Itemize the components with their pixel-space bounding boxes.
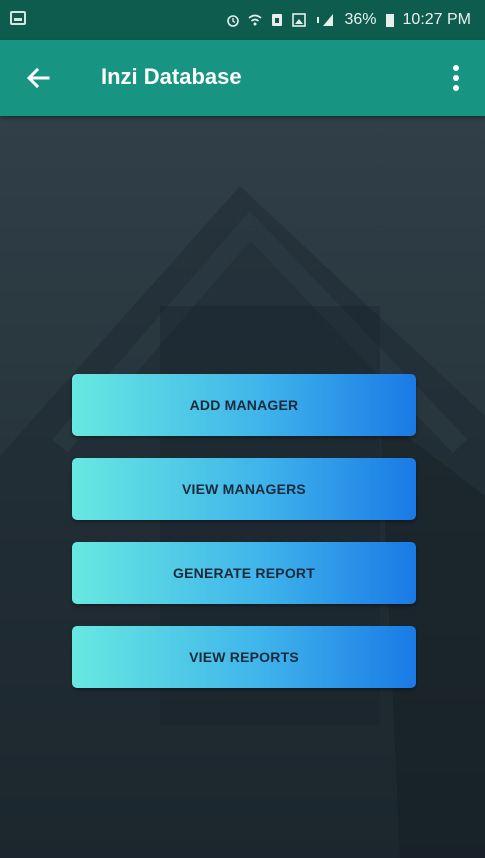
signal-icon	[317, 14, 334, 26]
status-bar: 36% 10:27 PM	[0, 0, 485, 40]
battery-percent: 36%	[344, 11, 377, 28]
screen: 36% 10:27 PM Inzi Database ADD MANAGER V…	[0, 0, 485, 858]
clock: 10:27 PM	[402, 11, 471, 28]
back-arrow-icon[interactable]	[22, 62, 54, 94]
sim-icon	[272, 14, 283, 26]
app-bar: Inzi Database	[0, 40, 485, 116]
notification-icon	[10, 11, 26, 25]
main-menu: ADD MANAGER VIEW MANAGERS GENERATE REPOR…	[72, 374, 416, 710]
page-title: Inzi Database	[101, 64, 242, 89]
view-managers-button[interactable]: VIEW MANAGERS	[72, 458, 416, 520]
view-reports-button[interactable]: VIEW REPORTS	[72, 626, 416, 688]
alarm-icon	[227, 15, 240, 27]
more-options-icon[interactable]	[447, 62, 465, 94]
generate-report-button[interactable]: GENERATE REPORT	[72, 542, 416, 604]
screenshot-icon	[292, 13, 307, 27]
battery-icon	[385, 14, 394, 27]
add-manager-button[interactable]: ADD MANAGER	[72, 374, 416, 436]
wifi-icon	[248, 14, 262, 26]
status-icons: 36% 10:27 PM	[226, 0, 471, 40]
